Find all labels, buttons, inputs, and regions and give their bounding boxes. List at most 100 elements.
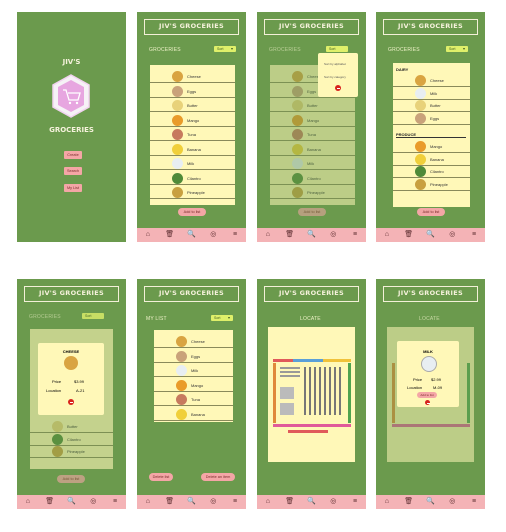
sort-category-option[interactable]: Sort by category <box>324 75 346 79</box>
locate-tab[interactable]: ◎ <box>202 228 224 242</box>
sort-dropdown[interactable]: Sort ▾ <box>446 46 468 52</box>
menu-tab[interactable]: ≡ <box>104 495 126 509</box>
close-icon[interactable] <box>425 400 430 405</box>
list-item[interactable]: Cilantro <box>30 433 113 446</box>
list-item[interactable]: Tuna <box>150 129 235 141</box>
delete-tab[interactable]: 🗑 <box>159 495 181 509</box>
menu-tab[interactable]: ≡ <box>344 495 366 509</box>
sort-label: Sort <box>214 316 221 320</box>
item-thumbnail <box>172 85 183 97</box>
delete-tab[interactable]: 🗑 <box>159 228 181 242</box>
delete-tab[interactable]: 🗑 <box>398 495 420 509</box>
list-item[interactable]: Eggs <box>154 350 233 363</box>
search-tab[interactable]: 🔍 <box>181 495 203 509</box>
menu-tab[interactable]: ≡ <box>463 495 485 509</box>
delete-tab[interactable]: 🗑 <box>398 228 420 242</box>
menu-tab[interactable]: ≡ <box>344 228 366 242</box>
search-tab[interactable]: 🔍 <box>420 495 442 509</box>
list-item[interactable]: Banana <box>154 408 233 421</box>
list-item[interactable]: Cheese <box>393 75 470 87</box>
delete-list-button[interactable]: Delete list <box>149 473 173 481</box>
list-item[interactable]: Cilantro <box>150 172 235 185</box>
item-thumbnail <box>415 178 426 190</box>
sort-label: Sort <box>217 47 224 51</box>
locate-tab[interactable]: ◎ <box>82 495 104 509</box>
list-item[interactable]: Mango <box>154 379 233 392</box>
add-to-list-button[interactable]: Add to list <box>178 208 206 216</box>
delete-tab[interactable]: 🗑 <box>279 495 301 509</box>
list-item[interactable]: Tuna <box>154 394 233 406</box>
chevron-down-icon: ▾ <box>462 46 465 51</box>
sort-dropdown[interactable]: Sort <box>82 313 104 319</box>
list-item[interactable]: Cheese <box>154 336 233 348</box>
close-icon[interactable] <box>335 85 341 91</box>
list-item[interactable]: Pineapple <box>270 187 355 199</box>
search-tab[interactable]: 🔍 <box>181 228 203 242</box>
item-name: Butter <box>67 424 78 429</box>
sort-dropdown[interactable]: Sort <box>326 46 348 52</box>
home-tab[interactable]: ⌂ <box>257 495 279 509</box>
chevron-down-icon: ▾ <box>230 46 233 51</box>
menu-tab[interactable]: ≡ <box>224 495 246 509</box>
locate-tab[interactable]: ◎ <box>441 228 463 242</box>
add-to-list-button[interactable]: Add to list <box>298 208 326 216</box>
delete-tab[interactable]: 🗑 <box>39 495 61 509</box>
list-item[interactable]: Milk <box>154 365 233 377</box>
list-item[interactable]: Butter <box>30 421 113 433</box>
list-item[interactable]: Eggs <box>150 85 235 98</box>
home-tab[interactable]: ⌂ <box>257 228 279 242</box>
create-button[interactable]: Create <box>64 151 82 159</box>
add-to-list-button[interactable]: Add to list <box>417 208 445 216</box>
home-tab[interactable]: ⌂ <box>376 495 398 509</box>
home-tab[interactable]: ⌂ <box>376 228 398 242</box>
locate-tab[interactable]: ◎ <box>441 495 463 509</box>
list-item[interactable]: Pineapple <box>30 446 113 458</box>
list-item[interactable]: Mango <box>150 114 235 127</box>
list-item[interactable]: Eggs <box>393 112 470 125</box>
locate-tab[interactable]: ◎ <box>322 228 344 242</box>
close-icon[interactable] <box>68 399 74 405</box>
add-to-list-button[interactable]: Add to list <box>57 475 85 483</box>
menu-tab[interactable]: ≡ <box>463 228 485 242</box>
item-thumbnail <box>172 187 183 198</box>
home-tab[interactable]: ⌂ <box>137 495 159 509</box>
list-item[interactable]: Tuna <box>270 129 355 141</box>
list-item[interactable]: Banana <box>393 153 470 166</box>
my-list-button[interactable]: My List <box>64 184 82 192</box>
list-item[interactable]: Banana <box>150 143 235 156</box>
sort-dropdown[interactable]: Sort ▾ <box>211 315 233 321</box>
list-item[interactable]: Butter <box>393 100 470 112</box>
delete-item-button[interactable]: Delete an item <box>201 473 235 481</box>
list-item[interactable]: Milk <box>270 158 355 170</box>
groceries-list: Cheese Eggs Butter Mango Tuna Banana Milk Cilan… <box>150 65 235 205</box>
add-to-list-button[interactable]: Add to list <box>417 392 437 398</box>
sort-dropdown[interactable]: Sort ▾ <box>214 46 236 52</box>
search-tab[interactable]: 🔍 <box>420 228 442 242</box>
list-item[interactable]: Milk <box>150 158 235 170</box>
delete-tab[interactable]: 🗑 <box>279 228 301 242</box>
list-item[interactable]: Mango <box>393 141 470 153</box>
locate-tab[interactable]: ◎ <box>202 495 224 509</box>
locate-tab[interactable]: ◎ <box>322 495 344 509</box>
search-icon: 🔍 <box>307 231 316 238</box>
search-tab[interactable]: 🔍 <box>301 495 323 509</box>
list-item[interactable]: Cilantro <box>270 172 355 185</box>
menu-tab[interactable]: ≡ <box>224 228 246 242</box>
search-tab[interactable]: 🔍 <box>301 228 323 242</box>
list-item[interactable]: Banana <box>270 143 355 156</box>
list-item[interactable]: Pineapple <box>393 178 470 191</box>
list-item[interactable]: Butter <box>270 100 355 112</box>
item-thumbnail <box>172 129 183 140</box>
list-item[interactable]: Pineapple <box>150 187 235 199</box>
home-tab[interactable]: ⌂ <box>137 228 159 242</box>
list-item[interactable]: Mango <box>270 114 355 127</box>
sort-alphabet-option[interactable]: Sort by alphabet <box>324 62 346 66</box>
list-item[interactable]: Milk <box>393 87 470 100</box>
item-name: Mango <box>191 382 204 388</box>
list-item[interactable]: Cilantro <box>393 166 470 178</box>
list-item[interactable]: Butter <box>150 100 235 112</box>
home-tab[interactable]: ⌂ <box>17 495 39 509</box>
search-button[interactable]: Search <box>64 167 82 175</box>
list-item[interactable]: Cheese <box>150 71 235 83</box>
search-tab[interactable]: 🔍 <box>61 495 83 509</box>
